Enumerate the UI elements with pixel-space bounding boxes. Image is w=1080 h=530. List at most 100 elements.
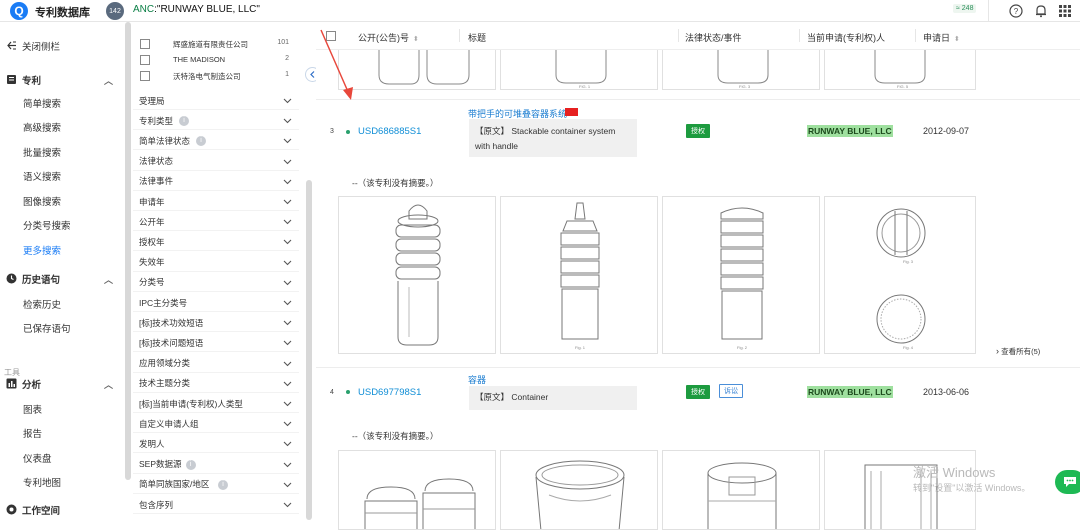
patent-figure-thumbnail[interactable]: Fig. 1 [500, 196, 658, 354]
filter-section[interactable]: 应用领域分类 [133, 355, 299, 373]
info-icon[interactable]: i [218, 479, 228, 490]
sidebar-item-dashboard[interactable]: 仪表盘 [0, 447, 124, 469]
applicant-filter-option[interactable]: THE MADISON 2 [133, 52, 299, 68]
applicant-name[interactable]: RUNWAY BLUE, LLC [807, 125, 893, 137]
sidebar-item-saved-queries[interactable]: 已保存语句 [0, 317, 124, 339]
filter-section[interactable]: 自定义申请人组 [133, 415, 299, 434]
filter-section[interactable]: 法律事件 [133, 173, 299, 191]
sidebar-item-label: 图表 [23, 405, 43, 416]
patent-figure-thumbnail[interactable]: FIG. 3 [662, 50, 820, 90]
chevron-down-icon [283, 482, 292, 488]
patent-figure-thumbnail[interactable] [500, 450, 658, 530]
filter-section[interactable]: 法律状态 [133, 153, 299, 171]
filter-section[interactable]: [标]当前申请(专利权)人类型 [133, 395, 299, 413]
patent-figure-thumbnail[interactable]: FIG. 5 [824, 50, 976, 90]
publication-number-link[interactable]: USD686885S1 [358, 126, 421, 137]
info-icon[interactable]: i [185, 459, 196, 470]
sidebar-item-more-search[interactable]: 更多搜索 [0, 239, 124, 261]
app-logo[interactable]: Q [10, 2, 28, 20]
filter-section[interactable]: SEP数据源 i [133, 456, 299, 474]
close-sidebar-button[interactable]: 关闭侧栏 [0, 35, 124, 57]
filter-section[interactable]: [标]技术功效短语 [133, 314, 299, 333]
status-badge-granted[interactable]: 授权 [686, 124, 710, 138]
sidebar-section-history[interactable]: 历史语句 ︿ [0, 268, 124, 290]
sidebar-item-image-search[interactable]: 图像搜索 [0, 190, 124, 212]
filter-section[interactable]: [标]技术问题短语 [133, 334, 299, 353]
sort-icon[interactable]: ⬍ [954, 35, 960, 43]
sidebar-section-patent[interactable]: 专利 ︿ [0, 69, 124, 91]
patent-figure-thumbnail[interactable] [338, 450, 496, 530]
sidebar-item-patent-map[interactable]: 专利地图 [0, 471, 124, 493]
filter-section-label: SEP数据源 [139, 459, 182, 470]
info-icon[interactable]: i [196, 136, 206, 147]
column-header-legal[interactable]: 法律状态/事件 [685, 31, 742, 44]
publication-number-link[interactable]: USD697798S1 [358, 387, 421, 398]
filter-section[interactable]: 专利类型 i [133, 112, 299, 131]
application-date: 2013-06-06 [923, 387, 970, 397]
applicant-filter-option[interactable]: 辉盛施道有限责任公司 101 [133, 36, 299, 52]
filter-section[interactable]: 受理局 [133, 92, 299, 110]
sidebar-item-label: 报告 [23, 429, 43, 440]
filter-section-label: 失效年 [139, 257, 165, 268]
filter-section-label: 法律事件 [139, 176, 174, 187]
sidebar-item-semantic-search[interactable]: 语义搜索 [0, 165, 124, 187]
filter-section[interactable]: IPC主分类号 [133, 294, 299, 312]
chevron-down-icon [283, 280, 292, 286]
checkbox[interactable] [140, 39, 150, 49]
filter-section[interactable]: 失效年 [133, 254, 299, 272]
sidebar-section-analysis[interactable]: 分析 ︿ [0, 373, 124, 395]
info-icon[interactable]: i [179, 116, 189, 127]
sidebar-item-simple-search[interactable]: 简单搜索 [0, 92, 124, 114]
column-divider [678, 29, 679, 42]
figure-label: Fig. 1 [575, 345, 586, 350]
chevron-down-icon [283, 462, 292, 467]
patent-figure-thumbnail[interactable]: FIG. 1 [500, 50, 658, 90]
column-header-label: 标题 [468, 33, 487, 43]
sidebar-item-search-history[interactable]: 检索历史 [0, 293, 124, 315]
patent-figure-thumbnail[interactable]: Fig. 3 Fig. 4 [824, 196, 976, 354]
filter-section[interactable]: 分类号 [133, 274, 299, 292]
sidebar-item-batch-search[interactable]: 批量搜索 [0, 141, 124, 163]
sidebar-item-label: 高级搜索 [23, 123, 62, 134]
column-divider [459, 29, 460, 42]
patent-icon [7, 75, 16, 84]
sidebar-section-label: 工作空间 [22, 506, 61, 517]
sort-icon[interactable]: ⬍ [413, 35, 419, 43]
status-badge-litigation[interactable]: 诉讼 [719, 384, 743, 398]
chat-button[interactable] [1055, 470, 1080, 494]
sidebar-scrollbar[interactable] [125, 22, 131, 480]
filter-scrollbar[interactable] [306, 180, 312, 520]
sidebar-item-reports[interactable]: 报告 [0, 422, 124, 444]
patent-figure-thumbnail[interactable]: Fig. 2 [662, 196, 820, 354]
applicant-filter-option[interactable]: 沃特洛电气制造公司 1 [133, 68, 299, 84]
sidebar-item-charts[interactable]: 图表 [0, 398, 124, 420]
chevron-down-icon [283, 421, 292, 427]
checkbox[interactable] [140, 55, 150, 65]
view-all-images-link[interactable]: › 查看所有(5) [996, 346, 1040, 357]
sidebar-item-classification-search[interactable]: 分类号搜索 [0, 214, 124, 236]
column-header-applicant[interactable]: 当前申请(专利权)人 [807, 31, 885, 44]
applicant-name[interactable]: RUNWAY BLUE, LLC [807, 386, 893, 398]
sidebar-section-workspace[interactable]: 工作空间 [0, 499, 124, 521]
patent-title-link[interactable]: 容器 [468, 373, 486, 386]
help-icon[interactable]: ? [1008, 3, 1024, 19]
applicant-name-suffix: , LLC [870, 387, 892, 397]
apps-grid-icon[interactable] [1057, 3, 1073, 19]
filter-section[interactable]: 包含序列 [133, 496, 299, 514]
filter-section[interactable]: 技术主题分类 [133, 375, 299, 393]
filter-section[interactable]: 发明人 [133, 435, 299, 454]
search-query-display[interactable]: ANC:"RUNWAY BLUE, LLC" [133, 4, 260, 15]
filter-section[interactable]: 授权年 [133, 233, 299, 252]
sidebar-item-advanced-search[interactable]: 高级搜索 [0, 116, 124, 138]
status-badge-granted[interactable]: 授权 [686, 385, 710, 399]
filter-section[interactable]: 申请年 [133, 193, 299, 211]
column-header-date[interactable]: 申请日 ⬍ [923, 31, 960, 44]
filter-section[interactable]: 简单法律状态 i [133, 132, 299, 151]
checkbox[interactable] [140, 71, 150, 81]
column-header-title[interactable]: 标题 [468, 31, 486, 44]
patent-figure-thumbnail[interactable] [662, 450, 820, 530]
filter-section[interactable]: 公开年 [133, 213, 299, 232]
bell-icon[interactable] [1033, 3, 1049, 19]
patent-figure-thumbnail[interactable] [338, 196, 496, 354]
filter-section[interactable]: 简单同族国家/地区 i [133, 476, 299, 494]
